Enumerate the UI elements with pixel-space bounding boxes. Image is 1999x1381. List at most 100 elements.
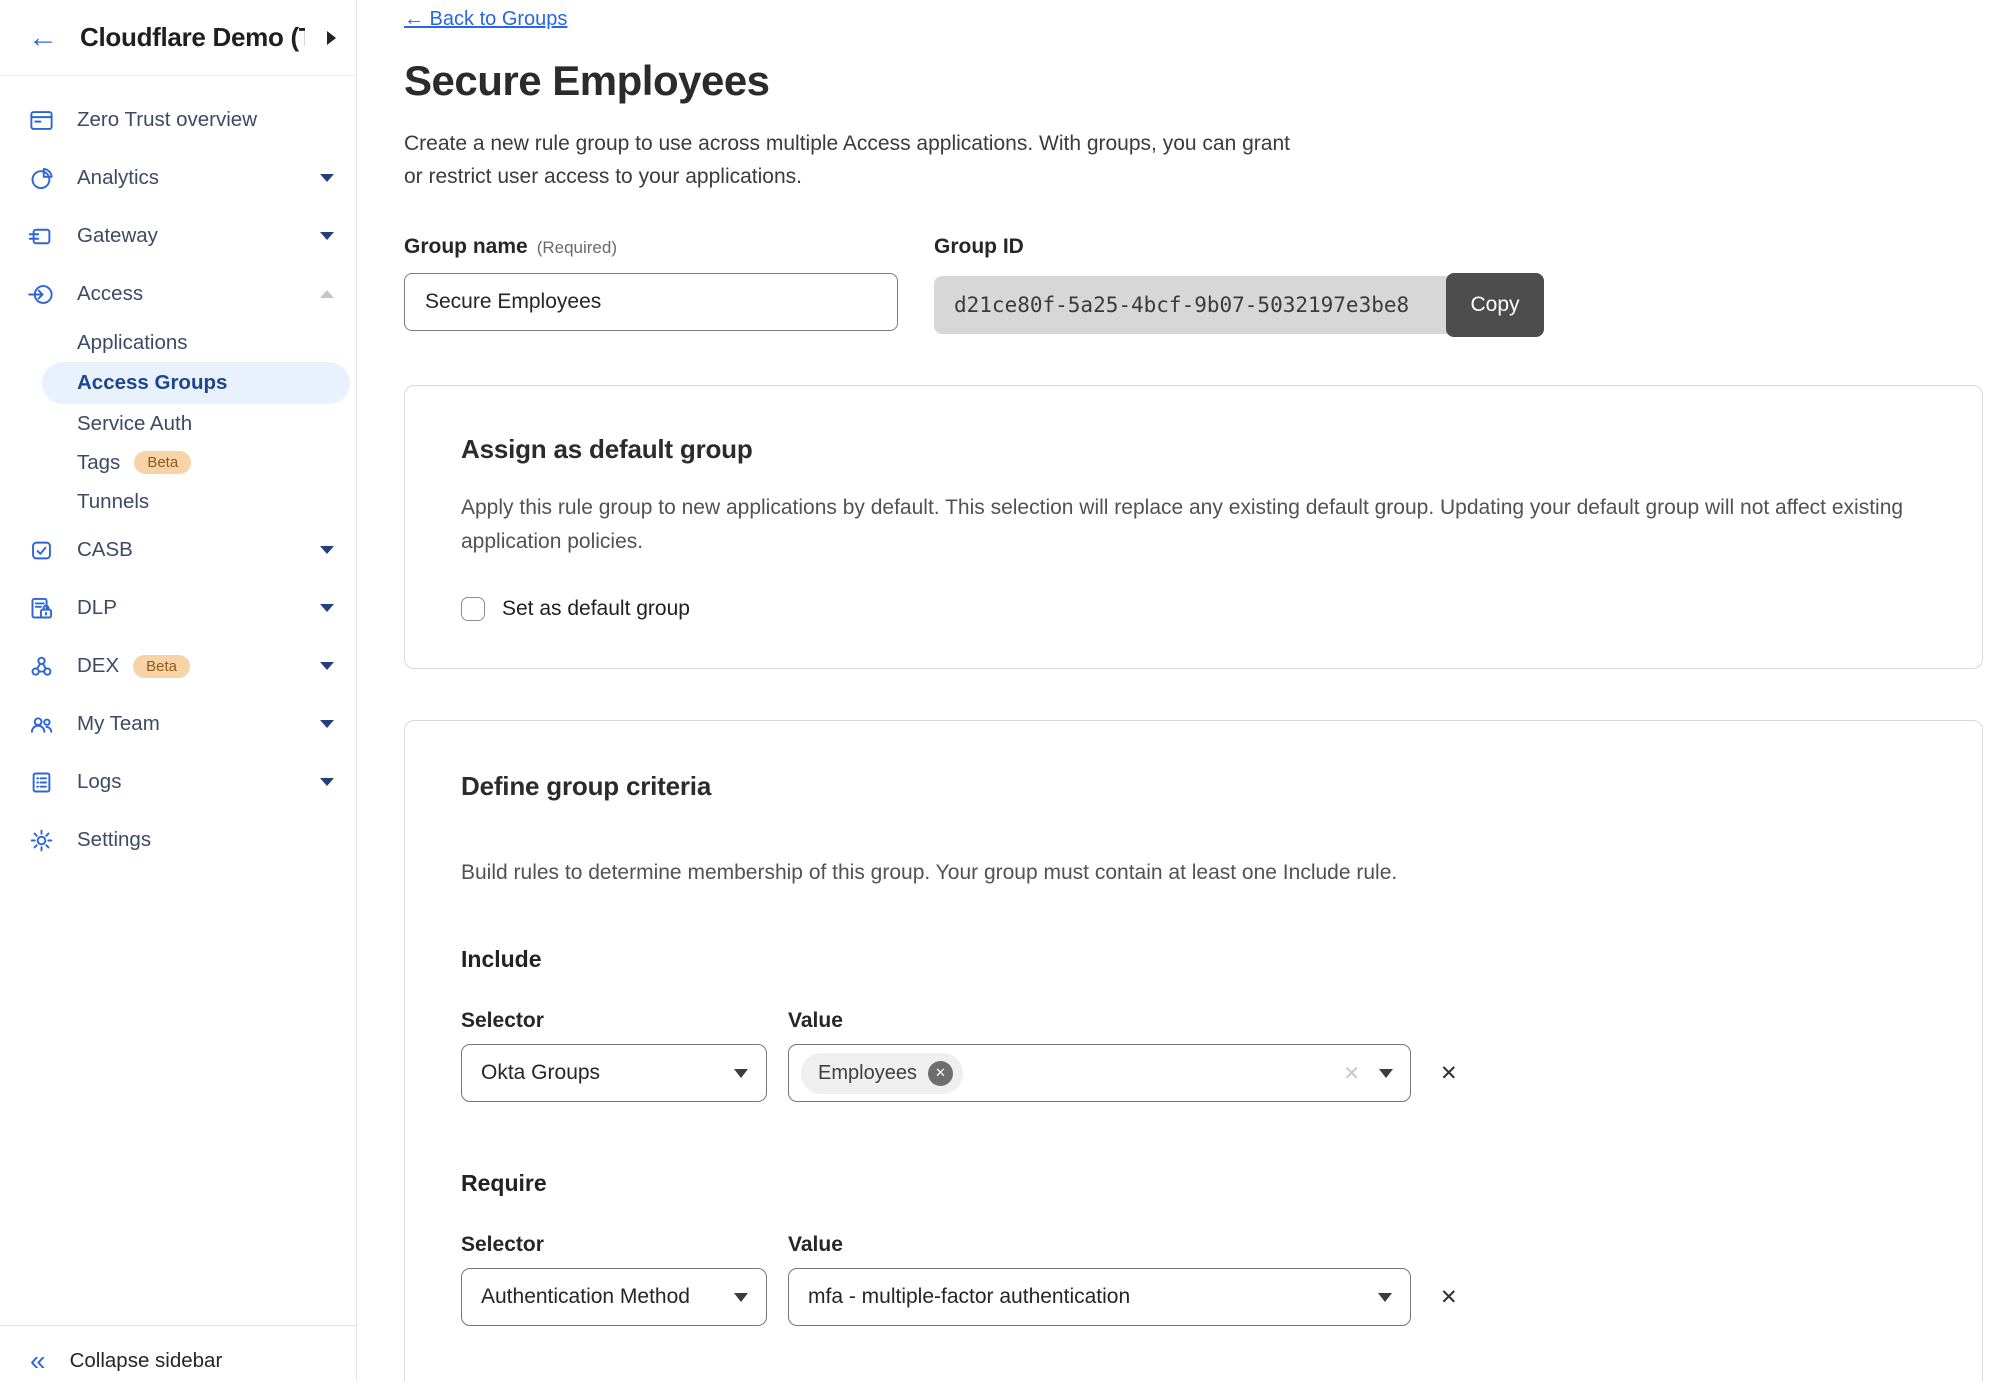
group-id-value: d21ce80f-5a25-4bcf-9b07-5032197e3be8 bbox=[934, 276, 1448, 334]
casb-check-icon bbox=[28, 537, 55, 564]
page-description: Create a new rule group to use across mu… bbox=[404, 127, 1999, 193]
require-selector-value: Authentication Method bbox=[481, 1285, 690, 1309]
sidebar-item-settings[interactable]: Settings bbox=[0, 811, 356, 869]
required-hint: (Required) bbox=[537, 238, 617, 258]
gear-icon bbox=[28, 827, 55, 854]
include-selector-label: Selector bbox=[461, 1009, 544, 1032]
require-selector-label: Selector bbox=[461, 1233, 544, 1256]
sidebar-item-casb[interactable]: CASB bbox=[0, 521, 356, 579]
chevron-down-icon bbox=[1379, 1069, 1393, 1078]
sidebar-item-service-auth[interactable]: Service Auth bbox=[0, 404, 356, 443]
remove-require-rule-icon[interactable]: ✕ bbox=[1440, 1285, 1458, 1310]
chevron-down-icon[interactable] bbox=[320, 662, 334, 670]
sidebar-nav: Zero Trust overview Analytics Gateway Ac… bbox=[0, 76, 356, 1325]
sidebar-item-dlp[interactable]: DLP bbox=[0, 579, 356, 637]
sidebar-item-dex[interactable]: DEX Beta bbox=[0, 637, 356, 695]
collapse-chevrons-icon: « bbox=[30, 1347, 46, 1375]
require-value-dropdown[interactable]: mfa - multiple-factor authentication bbox=[788, 1268, 1411, 1326]
collapse-sidebar-label: Collapse sidebar bbox=[70, 1349, 223, 1373]
sidebar-item-access-groups[interactable]: Access Groups bbox=[42, 362, 350, 404]
collapse-sidebar[interactable]: « Collapse sidebar bbox=[0, 1325, 356, 1381]
sidebar-item-label: Access bbox=[77, 282, 143, 306]
default-group-heading: Assign as default group bbox=[461, 434, 1926, 465]
set-default-group-checkbox[interactable] bbox=[461, 597, 485, 621]
access-login-icon bbox=[28, 281, 55, 308]
chevron-down-icon[interactable] bbox=[320, 232, 334, 240]
dlp-document-lock-icon bbox=[28, 595, 55, 622]
sidebar-item-analytics[interactable]: Analytics bbox=[0, 149, 356, 207]
dex-network-icon bbox=[28, 653, 55, 680]
default-group-description: Apply this rule group to new application… bbox=[461, 491, 1923, 559]
sidebar-header: ← Cloudflare Demo (T... bbox=[0, 0, 356, 76]
team-people-icon bbox=[28, 711, 55, 738]
require-rule-row: Authentication Method mfa - multiple-fac… bbox=[461, 1268, 1926, 1326]
sidebar-item-label: Gateway bbox=[77, 224, 158, 248]
include-value-label: Value bbox=[788, 1009, 843, 1032]
sidebar-item-logs[interactable]: Logs bbox=[0, 753, 356, 811]
group-name-id-row: Group name (Required) Group ID d21ce80f-… bbox=[404, 235, 1999, 337]
chevron-down-icon[interactable] bbox=[320, 604, 334, 612]
sidebar-item-label: DEX bbox=[77, 654, 119, 678]
sidebar-item-label: Logs bbox=[77, 770, 121, 794]
pie-chart-icon bbox=[28, 165, 55, 192]
chevron-down-icon bbox=[734, 1069, 748, 1078]
value-chip: Employees ✕ bbox=[801, 1053, 963, 1094]
value-chip-label: Employees bbox=[818, 1062, 917, 1085]
sidebar-subitem-label: Service Auth bbox=[77, 412, 192, 436]
include-selector-value: Okta Groups bbox=[481, 1061, 600, 1085]
back-to-groups-link[interactable]: ← Back to Groups bbox=[404, 8, 567, 31]
sidebar-item-label: DLP bbox=[77, 596, 117, 620]
sidebar-subitem-label: Tags bbox=[77, 451, 120, 475]
group-name-input[interactable] bbox=[404, 273, 898, 331]
logs-list-icon bbox=[28, 769, 55, 796]
chevron-down-icon[interactable] bbox=[320, 720, 334, 728]
gateway-icon bbox=[28, 223, 55, 250]
chip-remove-icon[interactable]: ✕ bbox=[928, 1061, 953, 1086]
sidebar-item-label: Settings bbox=[77, 828, 151, 852]
back-arrow-icon[interactable]: ← bbox=[28, 23, 58, 53]
expand-right-icon[interactable] bbox=[327, 31, 336, 45]
account-title[interactable]: Cloudflare Demo (T... bbox=[80, 22, 305, 53]
sidebar-subitem-label: Tunnels bbox=[77, 490, 149, 514]
require-section-heading: Require bbox=[461, 1170, 1926, 1197]
sidebar-subitem-label: Applications bbox=[77, 331, 188, 355]
include-selector-dropdown[interactable]: Okta Groups bbox=[461, 1044, 767, 1102]
chevron-down-icon bbox=[734, 1293, 748, 1302]
chevron-up-icon[interactable] bbox=[320, 290, 334, 298]
chevron-down-icon[interactable] bbox=[320, 174, 334, 182]
clear-values-icon[interactable]: ✕ bbox=[1343, 1061, 1360, 1086]
chevron-down-icon bbox=[1378, 1293, 1392, 1302]
overview-window-icon bbox=[28, 107, 55, 134]
sidebar-item-label: Analytics bbox=[77, 166, 159, 190]
sidebar-item-applications[interactable]: Applications bbox=[0, 323, 356, 362]
page-title: Secure Employees bbox=[404, 57, 1999, 105]
set-default-group-row[interactable]: Set as default group bbox=[461, 597, 1926, 621]
include-rule-row: Okta Groups Employees ✕ ✕ ✕ bbox=[461, 1044, 1926, 1102]
sidebar-item-tunnels[interactable]: Tunnels bbox=[0, 482, 356, 521]
main-content: ← Back to Groups Secure Employees Create… bbox=[358, 0, 1999, 1381]
require-value-label: Value bbox=[788, 1233, 843, 1256]
sidebar-item-my-team[interactable]: My Team bbox=[0, 695, 356, 753]
beta-badge: Beta bbox=[134, 451, 191, 474]
sidebar-item-label: My Team bbox=[77, 712, 160, 736]
require-value: mfa - multiple-factor authentication bbox=[808, 1285, 1130, 1309]
include-value-multiselect[interactable]: Employees ✕ ✕ bbox=[788, 1044, 1411, 1102]
criteria-card: Define group criteria Build rules to det… bbox=[404, 720, 1983, 1381]
copy-button[interactable]: Copy bbox=[1446, 273, 1544, 337]
require-selector-dropdown[interactable]: Authentication Method bbox=[461, 1268, 767, 1326]
sidebar-item-label: Zero Trust overview bbox=[77, 108, 257, 132]
sidebar-item-tags[interactable]: Tags Beta bbox=[0, 443, 356, 482]
sidebar-item-gateway[interactable]: Gateway bbox=[0, 207, 356, 265]
group-id-label: Group ID bbox=[934, 235, 1024, 259]
group-name-label: Group name bbox=[404, 235, 528, 259]
default-group-card: Assign as default group Apply this rule … bbox=[404, 385, 1983, 669]
sidebar-item-access[interactable]: Access bbox=[0, 265, 356, 323]
sidebar: ← Cloudflare Demo (T... Zero Trust overv… bbox=[0, 0, 357, 1381]
sidebar-subitem-label: Access Groups bbox=[77, 371, 227, 395]
chevron-down-icon[interactable] bbox=[320, 546, 334, 554]
include-section-heading: Include bbox=[461, 946, 1926, 973]
beta-badge: Beta bbox=[133, 655, 190, 678]
chevron-down-icon[interactable] bbox=[320, 778, 334, 786]
sidebar-item-zero-trust-overview[interactable]: Zero Trust overview bbox=[0, 91, 356, 149]
remove-include-rule-icon[interactable]: ✕ bbox=[1440, 1061, 1458, 1086]
